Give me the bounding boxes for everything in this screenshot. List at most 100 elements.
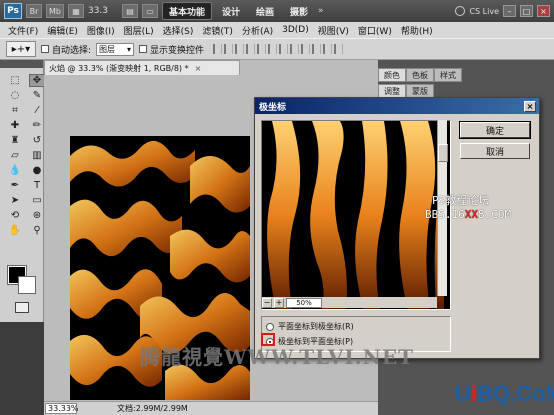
menu-filter[interactable]: 滤镜(T) bbox=[202, 24, 233, 37]
distribute-right-icon[interactable] bbox=[334, 44, 344, 54]
quick-select-tool-icon[interactable]: ✎ bbox=[29, 89, 45, 102]
preview-zoom-controls: − + 50% bbox=[262, 297, 437, 308]
menu-image[interactable]: 图像(I) bbox=[87, 24, 115, 37]
tools-panel: ⬚ ✥ ◌ ✎ ⌗ ⁄ ✚ ✏ ♜ ↺ ▱ ▥ 💧 ● ✒ T ➤ ▭ ⟲ ⊛ … bbox=[0, 60, 45, 322]
zoom-out-button[interactable]: − bbox=[262, 297, 272, 308]
move-tool-icon[interactable]: ✥ bbox=[29, 74, 45, 87]
application-bar: Ps Br Mb ▦ 33.3 ▤ ▭ 基本功能 设计 绘画 摄影 » CS L… bbox=[0, 0, 554, 22]
menu-edit[interactable]: 编辑(E) bbox=[47, 24, 78, 37]
menu-view[interactable]: 视图(V) bbox=[318, 24, 349, 37]
align-vcenter-icon[interactable] bbox=[224, 44, 234, 54]
uibq-watermark-suffix: BQ.CoM bbox=[477, 381, 554, 406]
auto-select-option[interactable]: 自动选择: bbox=[41, 43, 91, 56]
document-size-info[interactable]: 文档:2.99M/2.99M bbox=[117, 403, 188, 414]
workspace-painting[interactable]: 绘画 bbox=[250, 2, 280, 20]
menu-layer[interactable]: 图层(L) bbox=[124, 24, 154, 37]
arrange-documents-button[interactable]: ▤ bbox=[121, 4, 138, 18]
zoom-tool-icon[interactable]: ⚲ bbox=[29, 224, 45, 237]
tab-adjustments[interactable]: 调整 bbox=[378, 84, 406, 98]
tools-panel-header[interactable] bbox=[0, 60, 43, 68]
align-right-icon[interactable] bbox=[268, 44, 278, 54]
type-tool-icon[interactable]: T bbox=[29, 179, 45, 192]
align-hcenter-icon[interactable] bbox=[257, 44, 267, 54]
auto-select-target-value: 图层 bbox=[99, 44, 116, 54]
pen-tool-icon[interactable]: ✒ bbox=[7, 179, 23, 192]
lasso-tool-icon[interactable]: ◌ bbox=[7, 89, 23, 102]
show-transform-checkbox[interactable] bbox=[139, 45, 148, 53]
ok-button[interactable]: 确定 bbox=[459, 121, 531, 139]
3d-orbit-tool-icon[interactable]: ⊛ bbox=[29, 209, 45, 222]
document-close-icon[interactable]: × bbox=[195, 64, 202, 73]
quick-mask-button[interactable] bbox=[15, 302, 29, 313]
options-bar: ▸+▾ 自动选择: 图层 ▾ 显示变换控件 bbox=[0, 38, 554, 60]
align-left-icon[interactable] bbox=[246, 44, 256, 54]
menu-window[interactable]: 窗口(W) bbox=[358, 24, 392, 37]
bbs-watermark: BBS.16XX8.COM bbox=[425, 208, 511, 221]
background-color-swatch[interactable] bbox=[18, 276, 36, 294]
cancel-button[interactable]: 取消 bbox=[460, 143, 530, 159]
blur-tool-icon[interactable]: 💧 bbox=[7, 164, 23, 177]
distribute-hcenter-icon[interactable] bbox=[323, 44, 333, 54]
dodge-tool-icon[interactable]: ● bbox=[29, 164, 45, 177]
uibq-watermark: UiBQ.CoM bbox=[455, 381, 554, 407]
bridge-button[interactable]: Br bbox=[26, 4, 42, 18]
status-zoom-field[interactable]: 33.33% bbox=[45, 403, 79, 414]
more-workspaces-button[interactable]: » bbox=[318, 6, 324, 16]
radio-rect-to-polar-indicator[interactable] bbox=[266, 322, 274, 331]
preview-scroll-thumb[interactable] bbox=[438, 144, 448, 162]
maximize-button[interactable]: □ bbox=[520, 5, 533, 17]
clone-stamp-tool-icon[interactable]: ♜ bbox=[7, 134, 23, 147]
gradient-tool-icon[interactable]: ▥ bbox=[29, 149, 45, 162]
eyedropper-tool-icon[interactable]: ⁄ bbox=[29, 104, 45, 117]
tool-preset-picker[interactable]: ▸+▾ bbox=[6, 41, 36, 57]
distribute-top-icon[interactable] bbox=[279, 44, 289, 54]
zoom-in-button[interactable]: + bbox=[274, 297, 284, 308]
healing-tool-icon[interactable]: ✚ bbox=[7, 119, 23, 132]
workspace-essentials[interactable]: 基本功能 bbox=[161, 2, 212, 20]
photoshop-logo: Ps bbox=[4, 3, 22, 19]
menu-3d[interactable]: 3D(D) bbox=[282, 25, 309, 35]
3d-rotate-tool-icon[interactable]: ⟲ bbox=[7, 209, 23, 222]
workspace-photography[interactable]: 摄影 bbox=[284, 2, 314, 20]
workspace-design[interactable]: 设计 bbox=[216, 2, 246, 20]
distribute-left-icon[interactable] bbox=[312, 44, 322, 54]
filter-preview[interactable] bbox=[261, 120, 451, 310]
menu-file[interactable]: 文件(F) bbox=[8, 24, 38, 37]
distribute-vcenter-icon[interactable] bbox=[290, 44, 300, 54]
menu-help[interactable]: 帮助(H) bbox=[401, 24, 433, 37]
view-extras-button[interactable]: ▦ bbox=[67, 4, 84, 18]
color-swatches bbox=[7, 265, 38, 296]
shape-tool-icon[interactable]: ▭ bbox=[29, 194, 45, 207]
distribute-bottom-icon[interactable] bbox=[301, 44, 311, 54]
mini-bridge-button[interactable]: Mb bbox=[46, 4, 64, 18]
close-window-button[interactable]: × bbox=[537, 5, 550, 17]
hand-tool-icon[interactable]: ✋ bbox=[7, 224, 23, 237]
menu-analysis[interactable]: 分析(A) bbox=[242, 24, 273, 37]
tab-swatches[interactable]: 色板 bbox=[406, 68, 434, 82]
align-top-icon[interactable] bbox=[213, 44, 223, 54]
auto-select-checkbox[interactable] bbox=[41, 45, 49, 53]
zoom-level-field[interactable]: 33.3 bbox=[88, 6, 118, 16]
tab-masks[interactable]: 蒙版 bbox=[406, 84, 434, 98]
auto-select-target-dropdown[interactable]: 图层 ▾ bbox=[96, 42, 135, 56]
show-transform-option[interactable]: 显示变换控件 bbox=[139, 43, 204, 56]
path-select-tool-icon[interactable]: ➤ bbox=[7, 194, 23, 207]
dialog-title-bar[interactable]: 极坐标 × bbox=[255, 98, 539, 114]
tab-color[interactable]: 颜色 bbox=[378, 68, 406, 82]
brush-tool-icon[interactable]: ✏ bbox=[29, 119, 45, 132]
align-bottom-icon[interactable] bbox=[235, 44, 245, 54]
cs-live[interactable]: CS Live bbox=[455, 6, 499, 16]
marquee-tool-icon[interactable]: ⬚ bbox=[7, 74, 23, 87]
menu-select[interactable]: 选择(S) bbox=[163, 24, 194, 37]
tab-styles[interactable]: 样式 bbox=[434, 68, 462, 82]
minimize-button[interactable]: – bbox=[503, 5, 516, 17]
crop-tool-icon[interactable]: ⌗ bbox=[7, 104, 23, 117]
screen-mode-button[interactable]: ▭ bbox=[141, 4, 158, 18]
dialog-title: 极坐标 bbox=[259, 102, 287, 113]
radio-rect-to-polar[interactable]: 平面坐标到极坐标(R) bbox=[266, 321, 354, 332]
tlvi-watermark: 腾龍視覺WWW.TLVI.NET bbox=[140, 345, 415, 369]
eraser-tool-icon[interactable]: ▱ bbox=[7, 149, 23, 162]
document-tab[interactable]: 火焰 @ 33.3% (渐变映射 1, RGB/8) * × bbox=[44, 60, 240, 75]
history-brush-tool-icon[interactable]: ↺ bbox=[29, 134, 45, 147]
dialog-close-button[interactable]: × bbox=[524, 100, 536, 112]
